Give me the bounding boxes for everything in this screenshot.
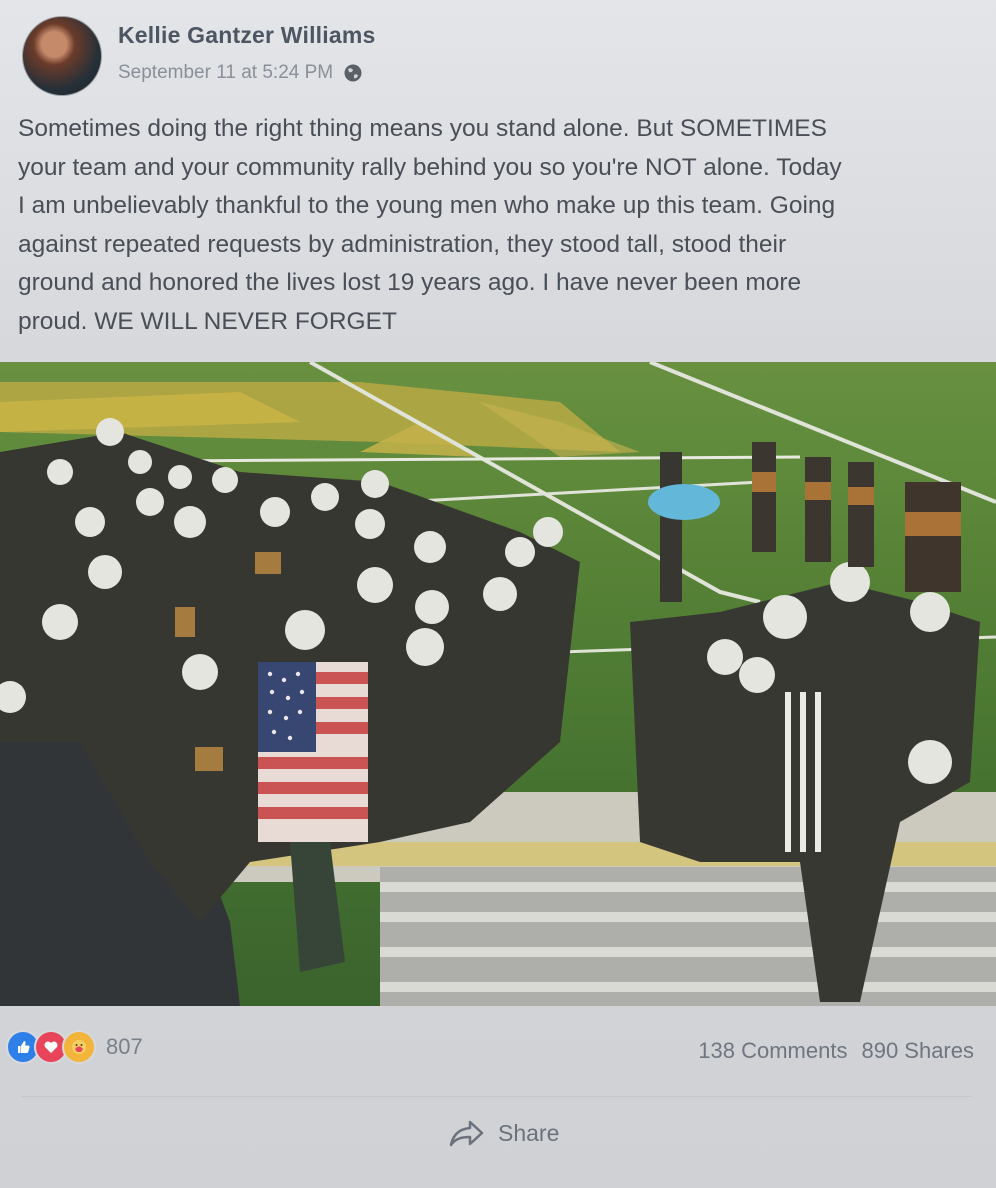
post-text-line: against repeated requests by administrat… — [18, 230, 787, 258]
facebook-post: Kellie Gantzer Williams September 11 at … — [0, 0, 996, 1188]
post-text-line: I am unbelievably thankful to the young … — [18, 192, 836, 219]
reaction-count: 807 — [106, 1034, 143, 1059]
share-label: Share — [498, 1119, 560, 1146]
care-icon — [62, 1030, 96, 1064]
post-text-line: your team and your community rally behin… — [18, 153, 842, 181]
reaction-summary[interactable]: 807 — [6, 1030, 143, 1064]
engagement-counts: 138 Comments 890 Shares — [698, 1038, 974, 1064]
comments-count[interactable]: 138 Comments — [698, 1038, 847, 1064]
shares-count[interactable]: 890 Shares — [861, 1038, 974, 1064]
post-photo[interactable] — [0, 362, 996, 1006]
action-divider — [22, 1096, 972, 1097]
globe-icon — [344, 64, 362, 82]
post-timestamp[interactable]: September 11 at 5:24 PM — [118, 62, 333, 84]
author-avatar[interactable] — [22, 16, 102, 96]
author-name[interactable]: Kellie Gantzer Williams — [118, 22, 375, 49]
post-text-line: proud. WE WILL NEVER FORGET — [18, 307, 397, 335]
share-icon — [449, 1120, 484, 1147]
post-text: Sometimes doing the right thing means yo… — [18, 110, 978, 341]
post-text-line: Sometimes doing the right thing means yo… — [18, 115, 827, 142]
football-field-photo — [0, 362, 996, 1006]
post-meta: September 11 at 5:24 PM — [118, 62, 363, 84]
post-text-line: ground and honored the lives lost 19 yea… — [18, 269, 802, 296]
share-button[interactable]: Share — [448, 1118, 559, 1148]
